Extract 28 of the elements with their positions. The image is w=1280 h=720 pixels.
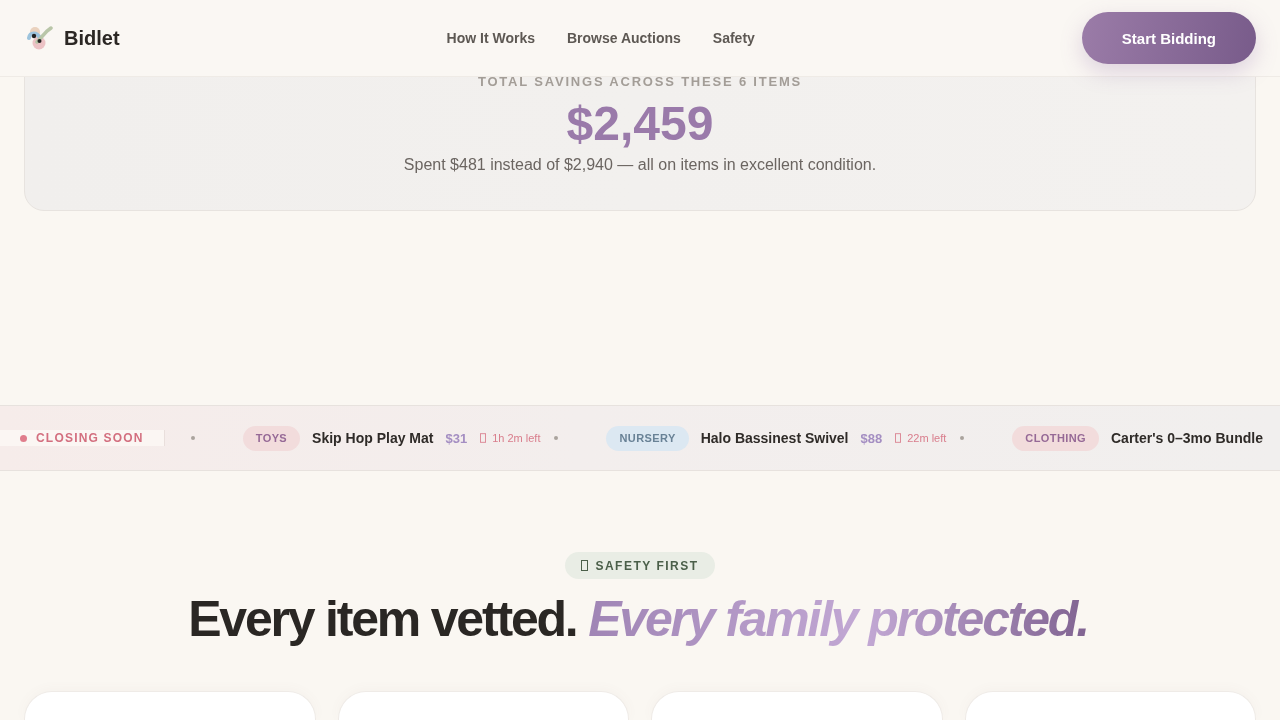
item-name[interactable]: Carter's 0–3mo Bundle	[1111, 430, 1263, 446]
category-tag: TOYS	[242, 425, 301, 451]
item-name[interactable]: Skip Hop Play Mat	[312, 430, 434, 446]
price-text: $31	[445, 430, 468, 446]
savings-amount: $2,459	[565, 98, 715, 150]
start-bidding-button[interactable]: Start Bidding	[1081, 12, 1256, 64]
brand-name[interactable]: Bidlet	[64, 26, 120, 50]
status-dot-icon	[20, 434, 27, 442]
item-name[interactable]: Halo Bassinest Swivel	[700, 430, 849, 446]
savings-note: Spent $481 instead of $2,940 — all on items in excellent condition.	[402, 155, 878, 175]
bullet-dot-icon	[960, 436, 965, 440]
missing-glyph-icon	[895, 433, 902, 443]
price-text: $88	[860, 430, 883, 446]
savings-label: TOTAL SAVINGS ACROSS THESE 6 ITEMS	[476, 74, 804, 90]
closing-soon-label: CLOSING SOON	[36, 431, 144, 445]
bullet-dot-icon	[554, 436, 559, 440]
time-left-text: 1h 2m left	[492, 432, 541, 444]
time-left-text: 22m left	[907, 432, 947, 444]
bullet-dot-icon	[190, 436, 195, 440]
category-tag: CLOTHING	[1012, 425, 1099, 451]
nav-link[interactable]: Safety	[712, 30, 755, 46]
section-eyebrow-text: SAFETY FIRST	[595, 558, 699, 573]
missing-glyph-icon	[581, 560, 589, 571]
swirl-logo-icon[interactable]	[27, 25, 53, 51]
category-tag: NURSERY	[606, 425, 689, 451]
nav-link[interactable]: Browse Auctions	[566, 30, 681, 46]
missing-glyph-icon	[480, 433, 487, 443]
nav-link[interactable]: How It Works	[446, 30, 535, 46]
